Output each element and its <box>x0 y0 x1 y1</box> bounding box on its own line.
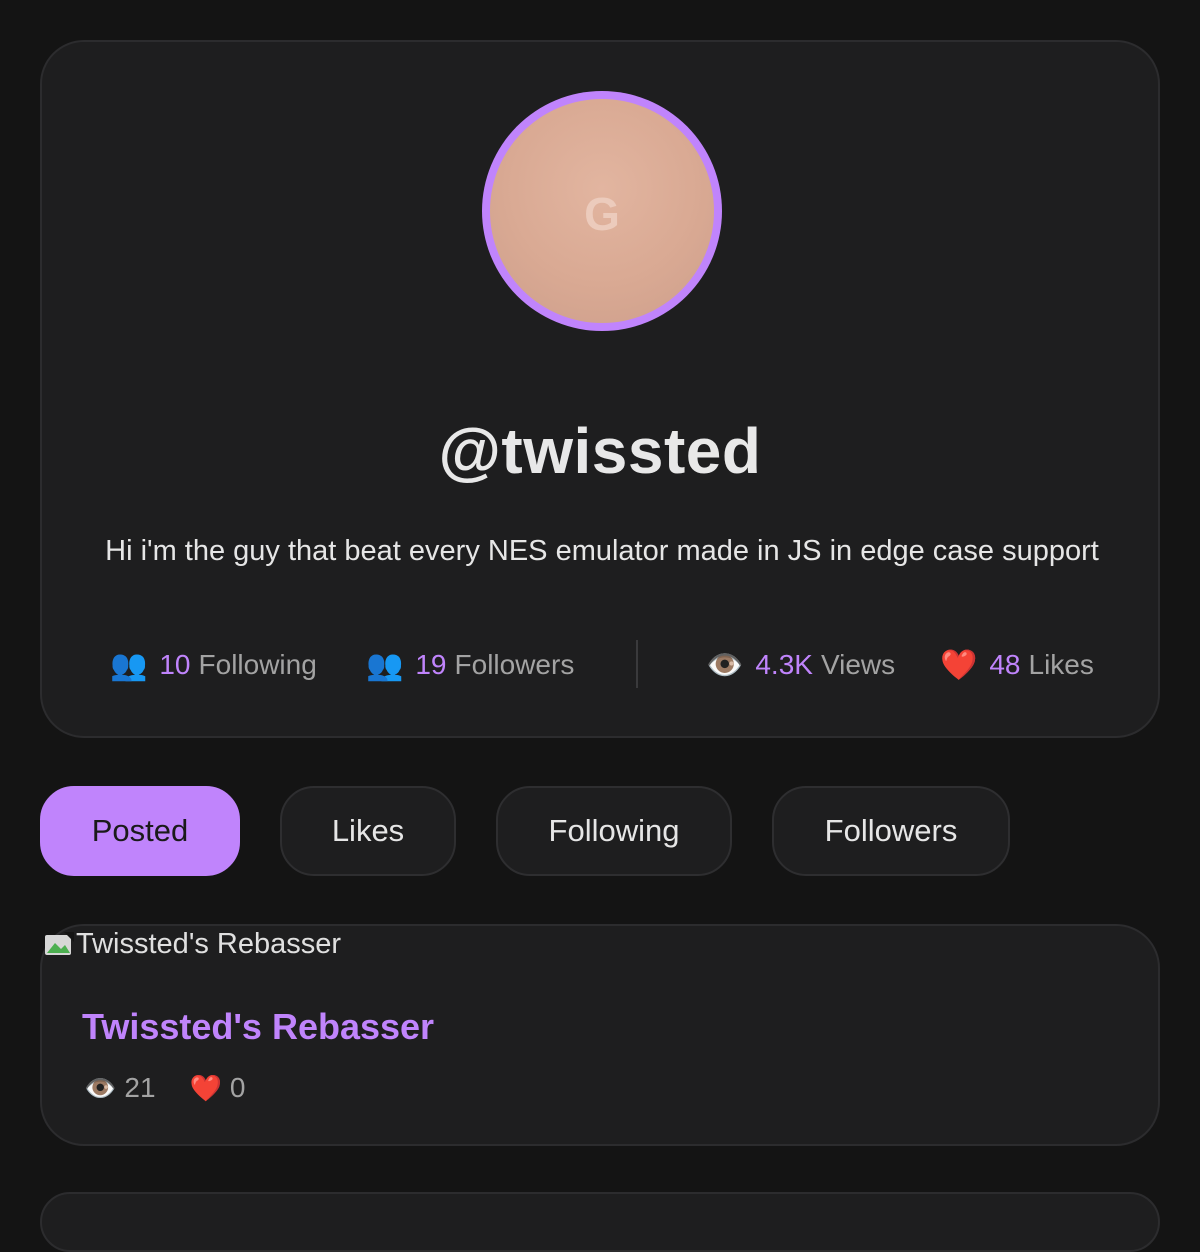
post-meta: 👁️ 21 ❤️ 0 <box>84 1068 245 1108</box>
tab-label: Posted <box>91 813 189 848</box>
stats-divider <box>636 640 638 688</box>
stat-followers[interactable]: 👥 19 Followers <box>366 640 574 690</box>
tab-label: Following <box>548 813 680 848</box>
post-card[interactable] <box>40 1192 1160 1252</box>
profile-card: G @twissted Hi i'm the guy that beat eve… <box>40 40 1160 738</box>
avatar[interactable]: G <box>490 99 714 323</box>
stats-row: 👥 10 Following 👥 19 Followers 👁️ 4.3K Vi… <box>42 640 1158 690</box>
people-icon: 👥 <box>110 648 148 682</box>
tab-posted[interactable]: Posted <box>40 786 240 876</box>
stat-following-label: Following <box>198 649 317 680</box>
stat-views: 👁️ 4.3K Views <box>706 640 895 690</box>
stat-following[interactable]: 👥 10 Following <box>110 640 317 690</box>
people-icon: 👥 <box>366 648 404 682</box>
stat-following-count: 10 <box>159 649 191 680</box>
stat-views-count: 4.3K <box>755 649 813 680</box>
post-thumbnail-alt: Twissted's Rebasser <box>76 928 342 960</box>
post-views-count: 21 <box>124 1072 156 1103</box>
tab-followers[interactable]: Followers <box>772 786 1010 876</box>
post-title[interactable]: Twissted's Rebasser <box>82 1006 434 1048</box>
post-thumbnail[interactable]: Twissted's Rebasser <box>44 928 341 961</box>
avatar-ring: G <box>482 91 722 331</box>
stat-likes-label: Likes <box>1028 649 1094 680</box>
bio: Hi i'm the guy that beat every NES emula… <box>105 535 1099 567</box>
post-card[interactable]: Twissted's Rebasser Twissted's Rebasser … <box>40 924 1160 1146</box>
heart-icon: ❤️ <box>940 648 978 682</box>
tab-likes[interactable]: Likes <box>280 786 456 876</box>
username: @twissted <box>438 415 762 487</box>
tab-label: Followers <box>824 813 958 848</box>
avatar-initial: G <box>584 188 620 240</box>
stat-likes: ❤️ 48 Likes <box>940 640 1094 690</box>
stat-views-label: Views <box>820 649 896 680</box>
tab-following[interactable]: Following <box>496 786 732 876</box>
stat-followers-label: Followers <box>454 649 575 680</box>
stat-followers-count: 19 <box>415 649 447 680</box>
tab-label: Likes <box>331 813 405 848</box>
post-likes-count: 0 <box>229 1072 246 1103</box>
broken-image-icon <box>44 931 74 958</box>
eye-icon: 👁️ <box>706 648 744 682</box>
stat-likes-count: 48 <box>989 649 1021 680</box>
eye-icon: 👁️ <box>84 1072 117 1103</box>
heart-icon: ❤️ <box>189 1072 222 1103</box>
